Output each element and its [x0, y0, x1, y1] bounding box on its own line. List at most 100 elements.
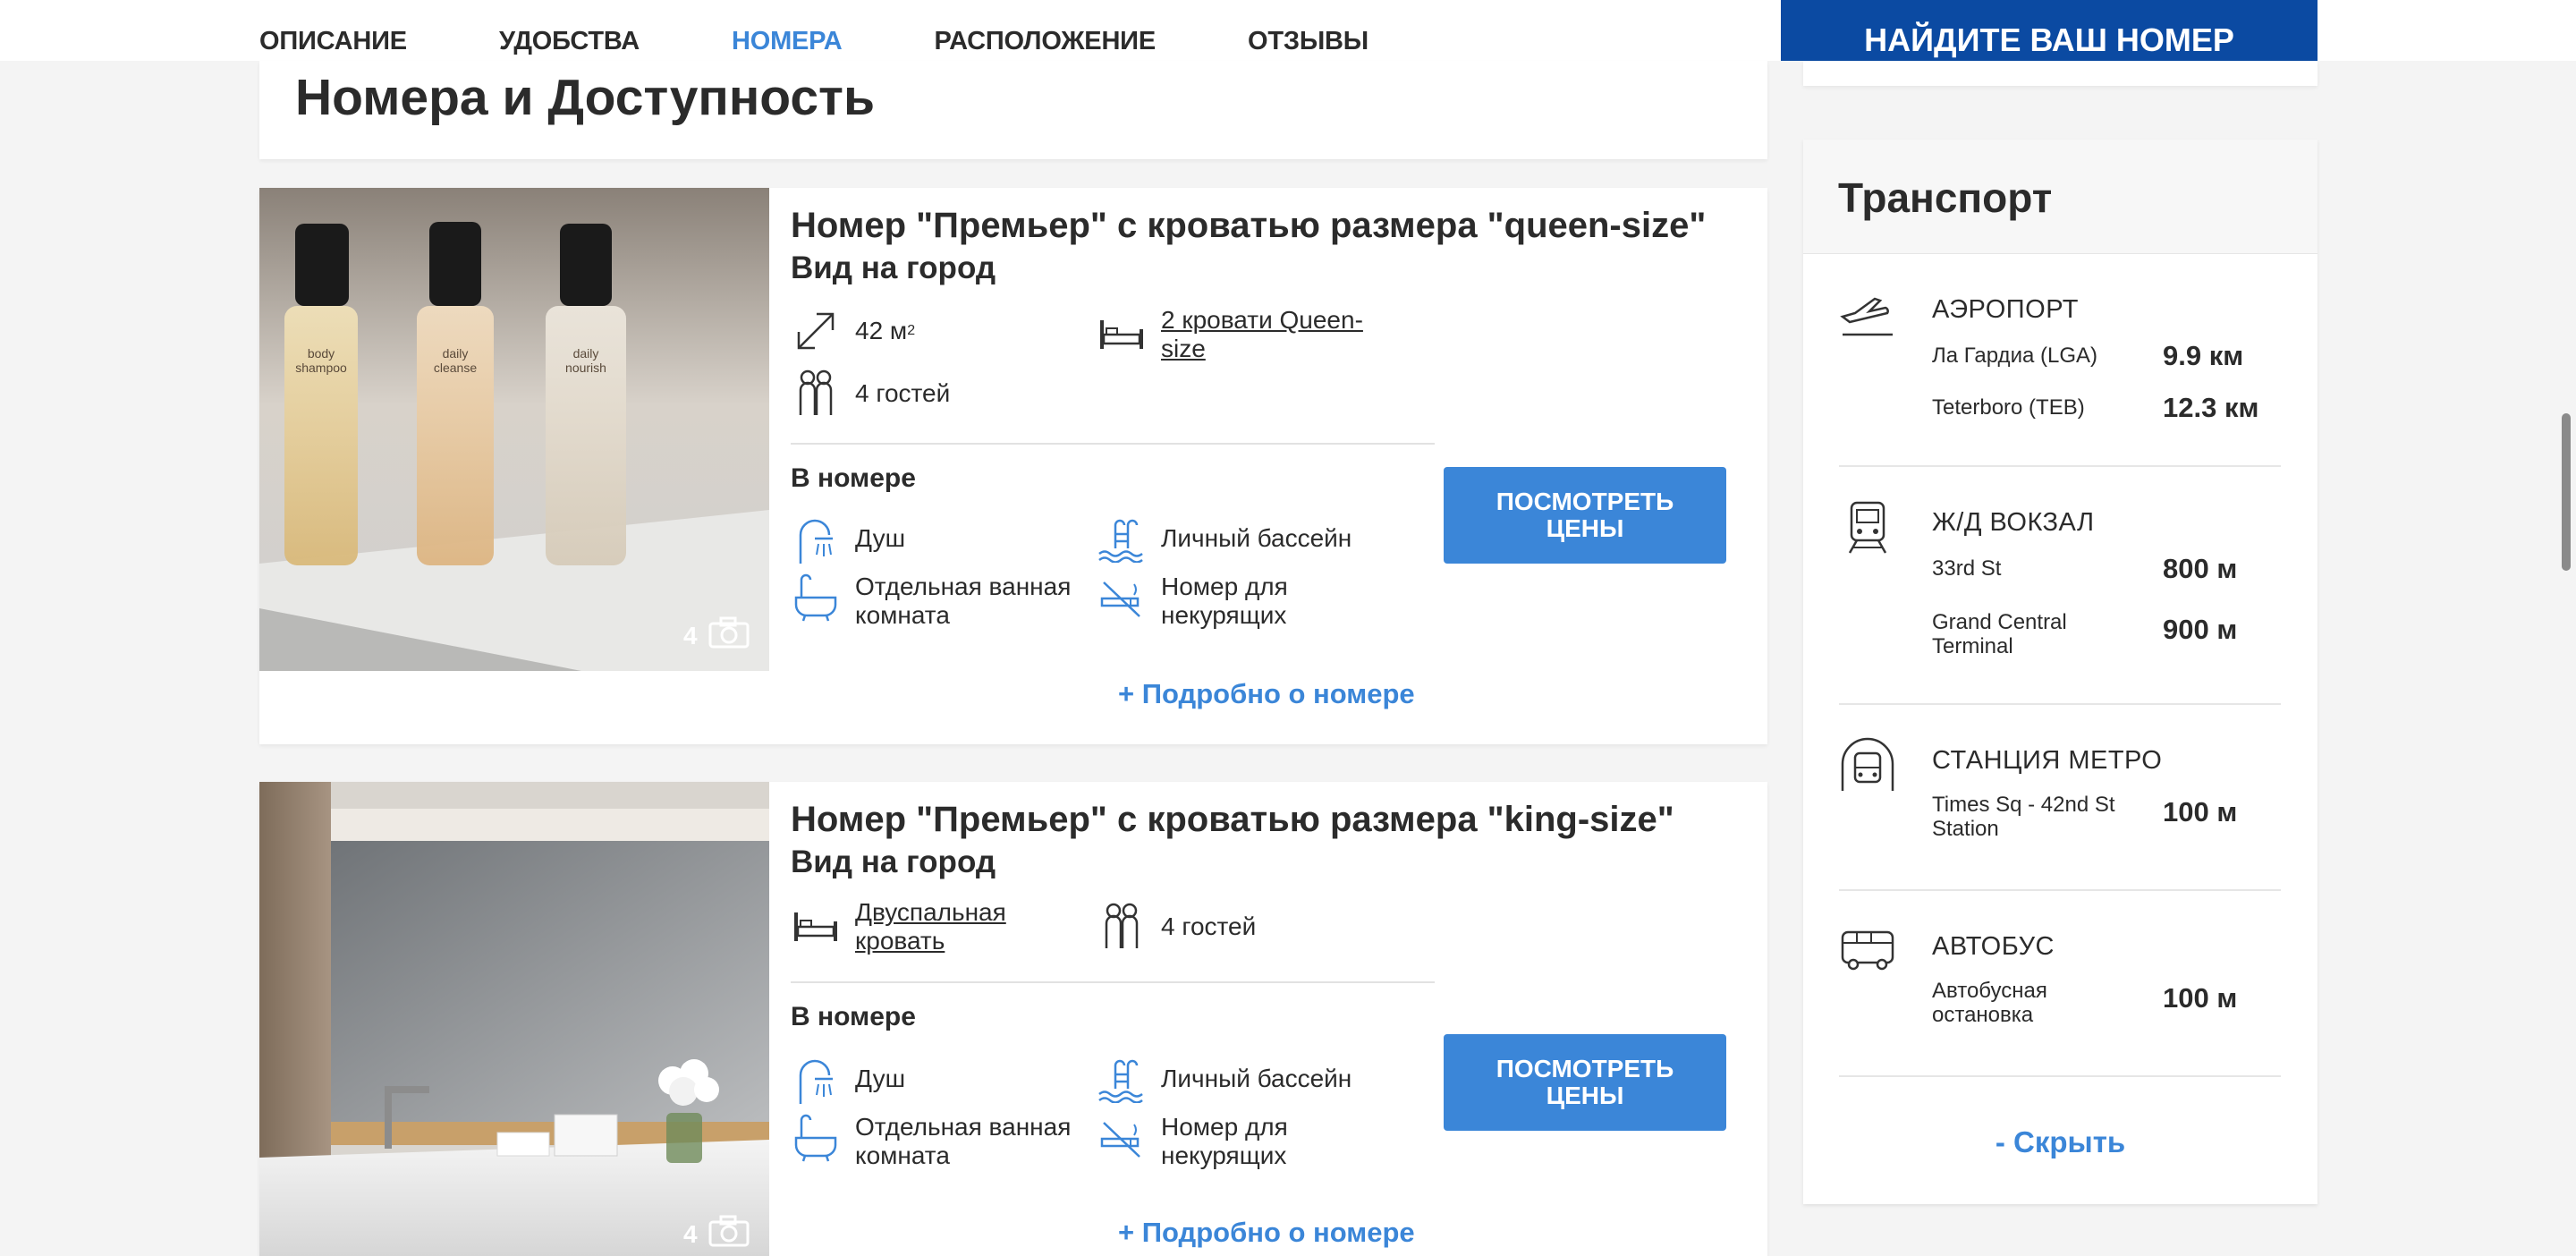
- transport-title: Транспорт: [1838, 174, 2053, 221]
- amenity-pool: Личный бассейн: [1097, 515, 1352, 565]
- camera-icon: [708, 1215, 750, 1253]
- bed-type-link[interactable]: 2 кровати Queen-size: [1161, 306, 1376, 363]
- place-distance: 100 м: [2163, 982, 2238, 1014]
- amenity-private-bathroom: Отдельная ванная комната: [791, 573, 1079, 630]
- group-title: АВТОБУС: [1932, 932, 2055, 961]
- photo-count[interactable]: 4: [683, 616, 750, 655]
- svg-text:cleanse: cleanse: [434, 361, 477, 375]
- photo-count-number: 4: [683, 621, 698, 649]
- room-divider: [791, 981, 1435, 983]
- room-guests: 4 гостей: [1097, 902, 1256, 952]
- place-distance: 9.9 км: [2163, 340, 2244, 371]
- hide-transport-link[interactable]: - Скрыть: [1803, 1125, 2318, 1159]
- pool-icon: [1097, 1056, 1147, 1106]
- bed-icon: [791, 902, 841, 952]
- rooms-section-header: Номера и Доступность: [259, 61, 1767, 159]
- tab-amenities[interactable]: УДОБСТВА: [499, 27, 640, 56]
- guests-icon: [791, 369, 841, 419]
- room-card: 4 Номер "Премьер" с кроватью размера "ki…: [259, 782, 1767, 1256]
- amenity-label: Личный бассейн: [1161, 1065, 1352, 1092]
- place-distance: 12.3 км: [2163, 392, 2259, 423]
- room-details-link[interactable]: + Подробно о номере: [1118, 678, 1415, 710]
- photo-count[interactable]: 4: [683, 1215, 750, 1253]
- room-photo[interactable]: 4: [259, 782, 769, 1256]
- place-name: 33rd St: [1932, 556, 2002, 581]
- tab-rooms[interactable]: НОМЕРА: [732, 27, 843, 56]
- room-name: Номер "Премьер" с кроватью размера "quee…: [791, 206, 1707, 245]
- bus-icon: [1839, 923, 1896, 980]
- find-your-room-button[interactable]: НАЙДИТЕ ВАШ НОМЕР: [1781, 0, 2318, 61]
- place-name: Grand Central Terminal: [1932, 610, 2067, 658]
- booking-card-bottom: [1803, 61, 2318, 86]
- room-area: 42 м2: [791, 306, 915, 356]
- amenity-label: Номер для некурящих: [1161, 573, 1288, 629]
- section-title: Номера и Доступность: [295, 69, 876, 126]
- tab-location[interactable]: РАСПОЛОЖЕНИЕ: [935, 27, 1157, 56]
- svg-text:daily: daily: [573, 346, 599, 361]
- amenity-shower: Душ: [791, 515, 905, 565]
- amenity-label: Душ: [855, 524, 906, 552]
- place-name: Times Sq - 42nd St Station: [1932, 793, 2115, 841]
- place-distance: 100 м: [2163, 796, 2238, 827]
- page-scrollbar[interactable]: [2562, 413, 2571, 571]
- transport-group-metro: СТАНЦИЯ МЕТРО Times Sq - 42nd St Station…: [1839, 737, 2281, 880]
- svg-text:body: body: [308, 346, 335, 361]
- view-prices-button[interactable]: ПОСМОТРЕТЬ ЦЕНЫ: [1444, 1034, 1726, 1131]
- amenity-non-smoking: Номер для некурящих: [1097, 1113, 1340, 1170]
- view-prices-label: ПОСМОТРЕТЬ ЦЕНЫ: [1496, 1055, 1674, 1109]
- transport-divider: [1839, 889, 2281, 891]
- in-room-heading: В номере: [791, 1002, 916, 1031]
- train-icon: [1839, 499, 1896, 556]
- bathtub-icon: [791, 573, 841, 623]
- room-details-link[interactable]: + Подробно о номере: [1118, 1217, 1415, 1249]
- view-prices-label: ПОСМОТРЕТЬ ЦЕНЫ: [1496, 488, 1674, 542]
- amenity-non-smoking: Номер для некурящих: [1097, 573, 1340, 630]
- plane-icon: [1839, 286, 1896, 344]
- bathtub-icon: [791, 1113, 841, 1163]
- bed-icon: [1097, 310, 1147, 360]
- shower-icon: [791, 515, 841, 565]
- room-photo[interactable]: body shampoo daily cleanse daily nourish…: [259, 188, 769, 671]
- place-name: Автобусная остановка: [1932, 979, 2047, 1027]
- transport-divider: [1839, 703, 2281, 705]
- section-tabs: ОПИСАНИЕ УДОБСТВА НОМЕРА РАСПОЛОЖЕНИЕ ОТ…: [259, 27, 1461, 56]
- transport-divider: [1839, 465, 2281, 467]
- group-title: АЭРОПОРТ: [1932, 295, 2079, 324]
- svg-text:daily: daily: [443, 346, 469, 361]
- metro-icon: [1839, 737, 1896, 794]
- room-area-value: 42 м: [855, 317, 908, 344]
- transport-header: Транспорт: [1803, 140, 2318, 254]
- guests-value: 4 гостей: [1161, 912, 1257, 940]
- amenity-label: Душ: [855, 1065, 906, 1092]
- bathroom-photo: [259, 782, 769, 1256]
- place-name: Teterboro (TEB): [1932, 395, 2085, 420]
- amenity-private-bathroom: Отдельная ванная комната: [791, 1113, 1079, 1170]
- guests-value: 4 гостей: [855, 379, 951, 407]
- room-divider: [791, 443, 1435, 445]
- amenity-label: Номер для некурящих: [1161, 1113, 1288, 1169]
- no-smoking-icon: [1097, 1113, 1147, 1163]
- amenity-shower: Душ: [791, 1056, 905, 1106]
- pool-icon: [1097, 515, 1147, 565]
- room-view: Вид на город: [791, 250, 996, 285]
- tab-reviews[interactable]: ОТЗЫВЫ: [1248, 27, 1368, 56]
- place-distance: 900 м: [2163, 614, 2238, 645]
- toiletries-photo: body shampoo daily cleanse daily nourish: [259, 188, 769, 671]
- tab-description[interactable]: ОПИСАНИЕ: [259, 27, 407, 56]
- place-distance: 800 м: [2163, 553, 2238, 584]
- amenity-label: Отдельная ванная комната: [855, 1113, 1072, 1169]
- room-bed: 2 кровати Queen-size: [1097, 306, 1376, 363]
- bed-type-link[interactable]: Двуспальная кровать: [855, 898, 1034, 955]
- amenity-label: Отдельная ванная комната: [855, 573, 1072, 629]
- guests-icon: [1097, 902, 1147, 952]
- view-prices-button[interactable]: ПОСМОТРЕТЬ ЦЕНЫ: [1444, 467, 1726, 564]
- transport-panel: Транспорт АЭРОПОРТ Ла Гардиа (LGA) 9.9 к…: [1803, 140, 2318, 1204]
- amenity-label: Личный бассейн: [1161, 524, 1352, 552]
- room-guests: 4 гостей: [791, 369, 950, 419]
- svg-text:nourish: nourish: [565, 361, 606, 375]
- no-smoking-icon: [1097, 573, 1147, 623]
- transport-divider: [1839, 1075, 2281, 1077]
- room-name: Номер "Премьер" с кроватью размера "king…: [791, 800, 1674, 839]
- photo-count-number: 4: [683, 1219, 698, 1248]
- group-title: СТАНЦИЯ МЕТРО: [1932, 746, 2163, 775]
